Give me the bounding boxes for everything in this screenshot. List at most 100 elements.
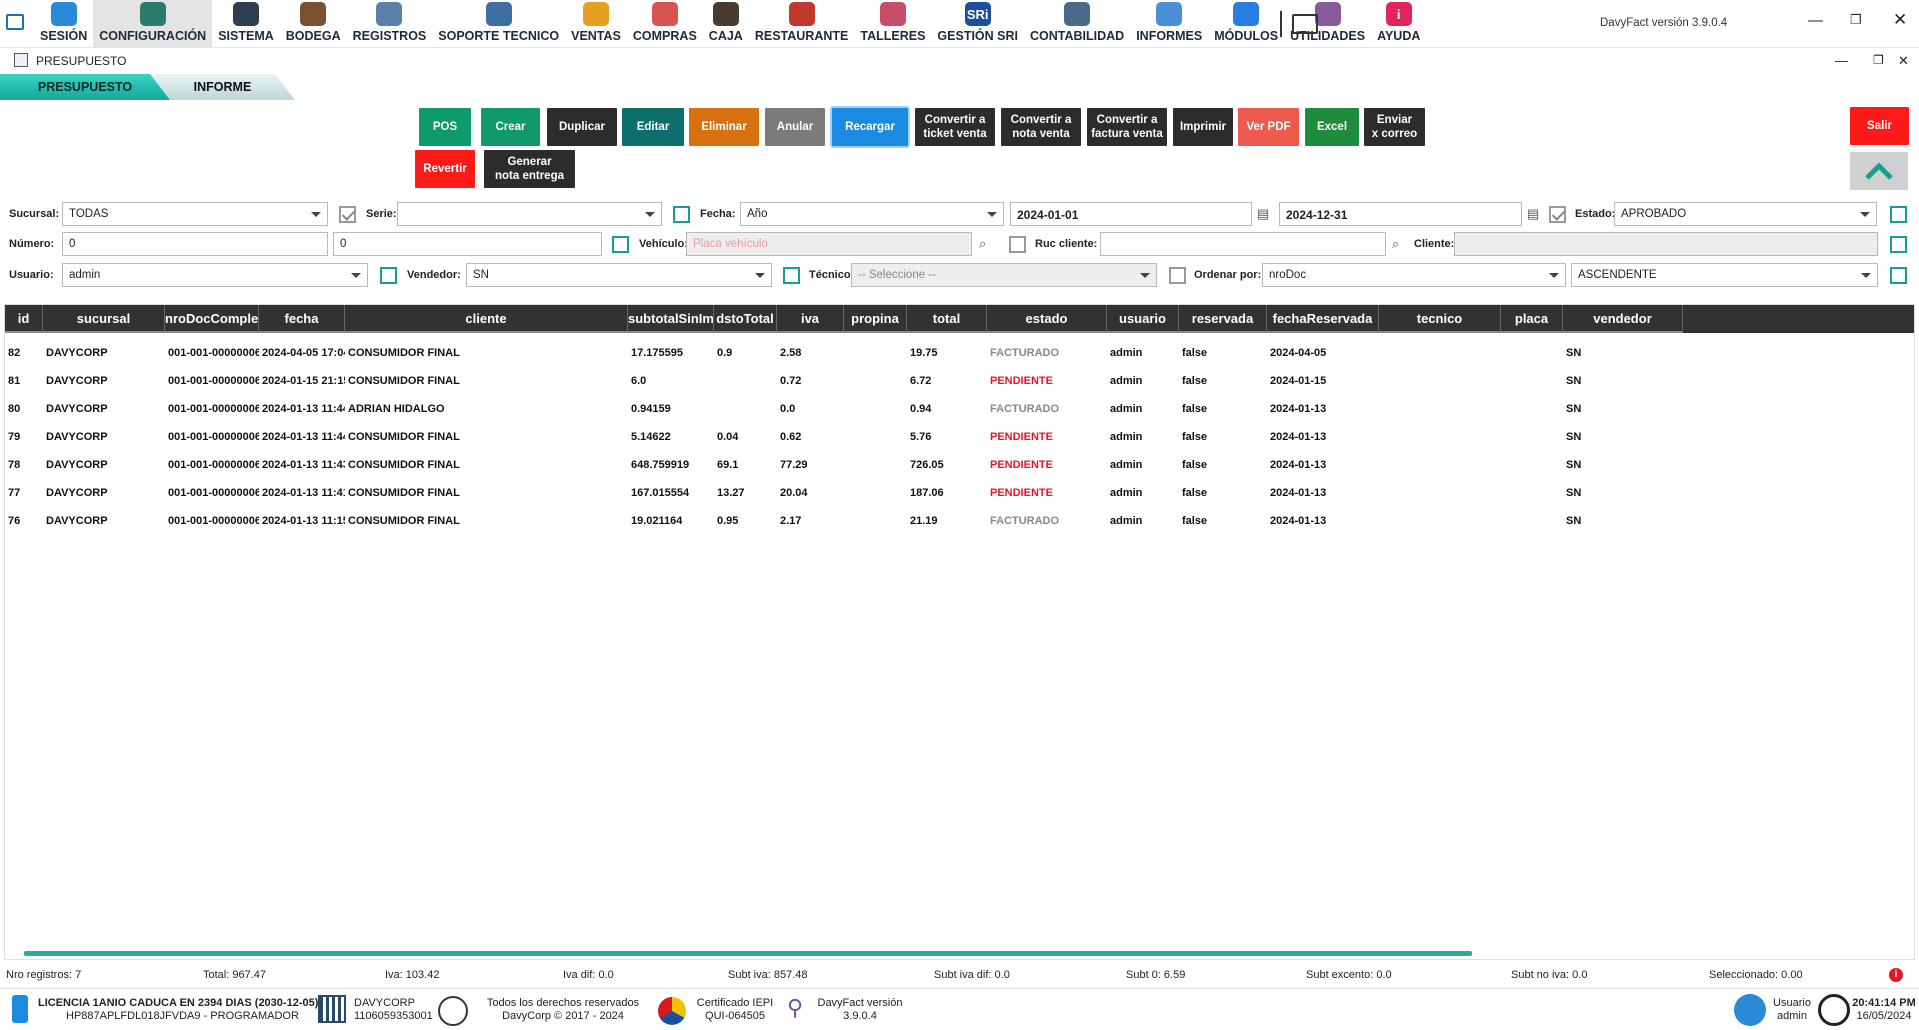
convertir-ticket-button[interactable]: Convertir a ticket venta <box>915 108 995 146</box>
enviar-correo-button[interactable]: Enviar x correo <box>1364 108 1425 146</box>
restore-icon[interactable]: ❐ <box>1850 12 1862 28</box>
convertir-factura-button[interactable]: Convertir a factura venta <box>1087 108 1167 146</box>
column-header-total[interactable]: total <box>907 305 987 333</box>
fecha-select[interactable]: Año <box>740 202 1004 226</box>
menu-accounting[interactable]: CONTABILIDAD <box>1024 0 1130 48</box>
vehiculo-input[interactable]: Placa vehículo <box>686 232 972 256</box>
ordenar-select[interactable]: nroDoc <box>1262 263 1566 287</box>
column-header-fecha[interactable]: fecha <box>259 305 345 333</box>
column-header-vendedor[interactable]: vendedor <box>1563 305 1683 333</box>
minimize-icon[interactable]: — <box>1808 12 1823 29</box>
search-icon[interactable]: ⌕ <box>1392 236 1399 252</box>
menu-cash[interactable]: CAJA <box>703 0 749 48</box>
scroll-up-button[interactable] <box>1850 152 1908 190</box>
column-header-propina[interactable]: propina <box>844 305 907 333</box>
horizontal-scrollbar[interactable] <box>24 951 1472 956</box>
column-header-reservada[interactable]: reservada <box>1179 305 1267 333</box>
vehiculo-checkbox[interactable] <box>612 236 629 253</box>
table-row[interactable]: 76 DAVYCORP 001-001-000000062 2024-01-13 11… <box>5 507 1914 535</box>
ruc-checkbox[interactable] <box>1009 236 1026 253</box>
info-icon[interactable]: i <box>1889 968 1903 982</box>
imprimir-button[interactable]: Imprimir <box>1173 108 1233 146</box>
column-header-fechareservada[interactable]: fechaReservada <box>1267 305 1379 333</box>
doc-restore-icon[interactable]: ❐ <box>1873 53 1884 67</box>
menu-modules[interactable]: MÓDULOS <box>1208 0 1284 48</box>
column-header-dstototal[interactable]: dstoTotal <box>714 305 777 333</box>
sucursal-select[interactable]: TODAS <box>62 202 328 226</box>
column-header-estado[interactable]: estado <box>987 305 1107 333</box>
table-row[interactable]: 82 DAVYCORP 001-001-000000068 2024-04-05 17… <box>5 339 1914 367</box>
menu-cart[interactable]: COMPRAS <box>627 0 703 48</box>
menu-register[interactable]: REGISTROS <box>347 0 433 48</box>
column-header-subtotalsinimp[interactable]: subtotalSinImp <box>628 305 714 333</box>
serie-select[interactable] <box>397 202 662 226</box>
fecha-hasta-input[interactable]: 2024-12-31 <box>1279 202 1522 226</box>
column-header-tecnico[interactable]: tecnico <box>1379 305 1501 333</box>
calendar-icon[interactable]: ▤ <box>1527 206 1539 222</box>
table-row[interactable]: 80 DAVYCORP 001-001-000000066 2024-01-13 11… <box>5 395 1914 423</box>
ruc-input[interactable] <box>1100 232 1386 256</box>
numero-desde-input[interactable]: 0 <box>62 232 328 256</box>
tab-informe[interactable]: INFORME <box>150 74 295 100</box>
menu-user[interactable]: SESIÓN <box>34 0 93 48</box>
table-row[interactable]: 81 DAVYCORP 001-001-000000067 2024-01-15 21… <box>5 367 1914 395</box>
column-header-cliente[interactable]: cliente <box>345 305 628 333</box>
menu-warehouse[interactable]: BODEGA <box>280 0 347 48</box>
menu-restaurant[interactable]: RESTAURANTE <box>749 0 855 48</box>
search-icon[interactable]: ⌕ <box>979 236 986 252</box>
menu-monitor[interactable]: SISTEMA <box>212 0 280 48</box>
ordenar-checkbox[interactable] <box>1169 267 1186 284</box>
tab-presupuesto[interactable]: PRESUPUESTO <box>0 74 170 100</box>
editar-button[interactable]: Editar <box>622 108 684 146</box>
generar-nota-entrega-button[interactable]: Generar nota entrega <box>484 150 575 188</box>
convertir-nota-button[interactable]: Convertir a nota venta <box>1001 108 1081 146</box>
revertir-button[interactable]: Revertir <box>415 150 475 188</box>
estado-checkbox[interactable] <box>1549 206 1566 223</box>
vendedor-checkbox[interactable] <box>380 267 397 284</box>
fecha-desde-input[interactable]: 2024-01-01 <box>1010 202 1252 226</box>
column-header-iva[interactable]: iva <box>777 305 844 333</box>
menu-help[interactable]: i AYUDA <box>1371 0 1426 48</box>
menu-support[interactable]: SOPORTE TECNICO <box>432 0 565 48</box>
estado-select[interactable]: APROBADO <box>1614 202 1877 226</box>
salir-button[interactable]: Salir <box>1850 107 1909 145</box>
column-header-nrodoccompleto[interactable]: nroDocCompleto <box>165 305 259 333</box>
usuario-select[interactable]: admin <box>62 263 368 287</box>
menu-sri[interactable]: SRi GESTIÓN SRI <box>931 0 1024 48</box>
fecha-checkbox[interactable] <box>673 206 690 223</box>
menu-sales[interactable]: VENTAS <box>565 0 627 48</box>
table-row[interactable]: 79 DAVYCORP 001-001-000000065 2024-01-13 11… <box>5 423 1914 451</box>
menu-workshop[interactable]: TALLERES <box>854 0 931 48</box>
excel-button[interactable]: Excel <box>1305 108 1359 146</box>
column-header-usuario[interactable]: usuario <box>1107 305 1179 333</box>
filter-checkbox-3[interactable] <box>1890 267 1907 284</box>
column-header-placa[interactable]: placa <box>1501 305 1563 333</box>
menu-gears[interactable]: CONFIGURACIÓN <box>93 0 213 48</box>
duplicar-button[interactable]: Duplicar <box>547 108 617 146</box>
eliminar-button[interactable]: Eliminar <box>689 108 759 146</box>
close-icon[interactable]: ✕ <box>1893 10 1907 30</box>
vendedor-select[interactable]: SN <box>466 263 772 287</box>
table-row[interactable]: 78 DAVYCORP 001-001-000000064 2024-01-13 11… <box>5 451 1914 479</box>
table-row[interactable]: 77 DAVYCORP 001-001-000000063 2024-01-13 11… <box>5 479 1914 507</box>
anular-button[interactable]: Anular <box>765 108 825 146</box>
filter-checkbox-1[interactable] <box>1890 206 1907 223</box>
orden-select[interactable]: ASCENDENTE <box>1571 263 1878 287</box>
tecnico-checkbox[interactable] <box>783 267 800 284</box>
ver-pdf-button[interactable]: Ver PDF <box>1238 108 1299 146</box>
menu-chart[interactable]: INFORMES <box>1130 0 1208 48</box>
cliente-input[interactable] <box>1454 232 1878 256</box>
recargar-button[interactable]: Recargar <box>830 106 910 148</box>
column-header-sucursal[interactable]: sucursal <box>43 305 165 333</box>
pos-button[interactable]: POS <box>419 108 471 146</box>
crear-button[interactable]: Crear <box>481 108 540 146</box>
numero-hasta-input[interactable]: 0 <box>333 232 602 256</box>
doc-minimize-icon[interactable]: — <box>1835 53 1848 68</box>
doc-close-icon[interactable]: ✕ <box>1898 53 1909 69</box>
window-switch-icon[interactable] <box>1292 14 1318 34</box>
tecnico-select[interactable]: -- Seleccione -- <box>851 263 1157 287</box>
serie-checkbox[interactable] <box>339 206 356 223</box>
calendar-icon[interactable]: ▤ <box>1257 206 1269 222</box>
filter-checkbox-2[interactable] <box>1890 236 1907 253</box>
column-header-id[interactable]: id <box>5 305 43 333</box>
